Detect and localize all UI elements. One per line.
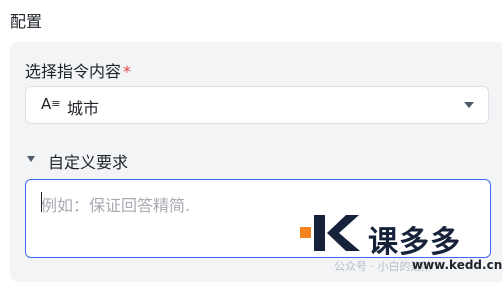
caret-down-icon (27, 156, 35, 162)
instruction-field-label-text: 选择指令内容 (25, 62, 122, 81)
watermark-brand: 课多多 (368, 225, 461, 260)
watermark-url: www.kedd.cn (412, 258, 502, 272)
instruction-select[interactable]: A≡ 城市 (25, 86, 489, 124)
custom-requirements-label: 自定义要求 (48, 153, 129, 172)
instruction-field-label: 选择指令内容 * (25, 58, 131, 82)
chevron-down-icon (464, 102, 474, 108)
section-title: 配置 (10, 12, 43, 31)
kedd-watermark: 课多多 公众号 · 小白的进阶 www.kedd.cn (300, 213, 502, 275)
kedd-logo-icon (300, 215, 360, 251)
instruction-select-value: 城市 (67, 99, 100, 118)
text-cursor (41, 192, 42, 212)
custom-requirements-toggle[interactable]: 自定义要求 (25, 148, 225, 172)
required-mark: * (123, 62, 132, 81)
custom-requirements-placeholder: 例如：保证回答精简. (41, 196, 191, 215)
text-type-icon: A≡ (41, 95, 61, 113)
